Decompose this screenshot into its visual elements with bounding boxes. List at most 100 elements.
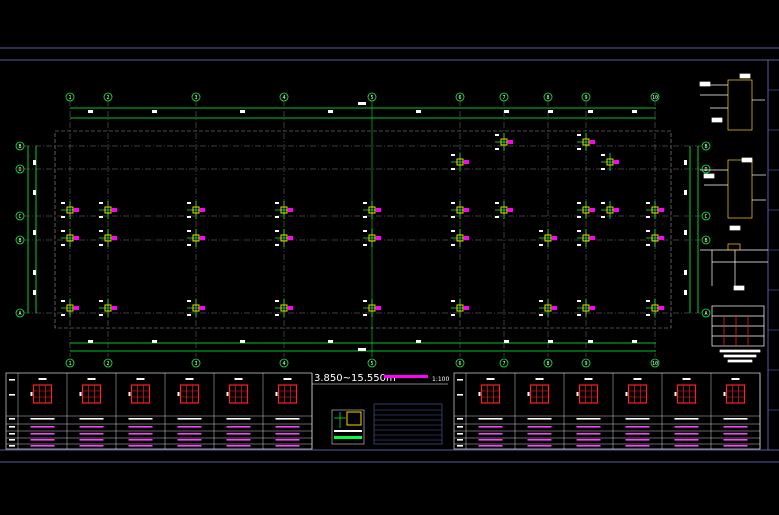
column-marker xyxy=(363,229,381,247)
detail-4 xyxy=(711,305,765,363)
cad-drawing-canvas[interactable]: 1122334455667788991010B BD DC CB BA A 3.… xyxy=(0,0,779,515)
axis-bubble-label: B xyxy=(704,144,707,150)
column-marker xyxy=(451,201,469,219)
beam-tag xyxy=(33,160,36,165)
column-marker xyxy=(495,201,513,219)
axis-grid-lines xyxy=(24,100,702,357)
beam-tag xyxy=(152,340,157,343)
beam-tag xyxy=(684,190,687,195)
column-marker xyxy=(577,229,595,247)
column-marker xyxy=(61,299,79,317)
column-marker xyxy=(539,299,557,317)
column-marker xyxy=(363,299,381,317)
column-marker xyxy=(646,201,664,219)
axis-bubble-label: 8 xyxy=(546,361,549,367)
axis-bubble-label: 3 xyxy=(194,95,197,101)
column-marker xyxy=(539,229,557,247)
beam-tag xyxy=(632,340,637,343)
detail-3 xyxy=(700,243,768,291)
notes-block xyxy=(373,403,443,445)
axis-bubble-label: 5 xyxy=(370,95,373,101)
beam-tag xyxy=(152,110,157,113)
beam-tag xyxy=(588,340,593,343)
axis-bubble-label: 4 xyxy=(282,95,285,101)
axis-bubble-label: B xyxy=(18,238,21,244)
beam-tag xyxy=(504,110,509,113)
column-marker xyxy=(601,153,619,171)
column-marker xyxy=(99,229,117,247)
dashed-building-outline xyxy=(54,130,672,329)
axis-bubble-label: D xyxy=(18,167,21,173)
axis-bubble-label: 3 xyxy=(194,361,197,367)
legend-block xyxy=(331,409,365,445)
axis-bubble-label: 8 xyxy=(546,95,549,101)
column-marker xyxy=(577,201,595,219)
column-marker xyxy=(646,299,664,317)
axis-bubble-label: 4 xyxy=(282,361,285,367)
title-block-strip xyxy=(768,89,779,411)
axis-bubble-label: 9 xyxy=(584,361,587,367)
column-marker xyxy=(99,299,117,317)
beam-tag xyxy=(328,340,333,343)
beam-tag xyxy=(88,110,93,113)
beam-tag xyxy=(33,190,36,195)
axis-bubble-label: 1 xyxy=(68,95,71,101)
beam-tag xyxy=(33,230,36,235)
column-marker xyxy=(99,201,117,219)
beam-tag xyxy=(88,340,93,343)
axis-bubble-label: 10 xyxy=(652,95,658,101)
beam-tag xyxy=(358,348,366,351)
beam-tag xyxy=(33,270,36,275)
column-marker xyxy=(187,229,205,247)
beam-tag xyxy=(684,160,687,165)
column-schedule-table xyxy=(453,372,761,450)
column-marker xyxy=(275,299,293,317)
column-marker xyxy=(187,201,205,219)
beam-tag xyxy=(358,102,366,105)
column-marker xyxy=(187,299,205,317)
beam-tag xyxy=(588,110,593,113)
axis-bubble-label: 6 xyxy=(458,361,461,367)
axis-bubble-label: 10 xyxy=(652,361,658,367)
beam-tag xyxy=(33,290,36,295)
beam-tag xyxy=(684,290,687,295)
drawing-scale: 1:100 xyxy=(432,376,449,383)
axis-bubble-label: 6 xyxy=(458,95,461,101)
beam-tag xyxy=(240,340,245,343)
column-marker xyxy=(275,201,293,219)
axis-bubble-label: B xyxy=(18,144,21,150)
beam-tag xyxy=(240,110,245,113)
column-marker xyxy=(451,229,469,247)
beam-tag xyxy=(416,110,421,113)
column-marker xyxy=(61,201,79,219)
axis-bubble-label: 2 xyxy=(106,361,109,367)
column-marker xyxy=(451,299,469,317)
axis-bubble-label: 7 xyxy=(502,361,505,367)
column-marker xyxy=(61,229,79,247)
column-markers xyxy=(61,133,664,317)
beam-tag xyxy=(548,340,553,343)
detail-1 xyxy=(699,73,765,131)
column-marker xyxy=(495,133,513,151)
beam-tag xyxy=(328,110,333,113)
beam-tag xyxy=(632,110,637,113)
axis-bubble-label: C xyxy=(704,214,707,220)
axis-bubble-label: 7 xyxy=(502,95,505,101)
column-marker xyxy=(275,229,293,247)
axis-bubble-label: 2 xyxy=(106,95,109,101)
axis-bubble-label: C xyxy=(18,214,21,220)
axis-bubble-label: A xyxy=(704,311,707,317)
column-marker xyxy=(601,201,619,219)
column-marker xyxy=(363,201,381,219)
axis-bubble-label: 5 xyxy=(370,361,373,367)
column-schedule-table xyxy=(5,372,313,450)
beam-tag xyxy=(548,110,553,113)
column-marker xyxy=(451,153,469,171)
column-marker xyxy=(646,229,664,247)
column-schedule-tables xyxy=(5,372,761,450)
beam-tag xyxy=(504,340,509,343)
axis-bubble-label: 1 xyxy=(68,361,71,367)
detail-sketches xyxy=(699,73,768,363)
beam-tag xyxy=(684,230,687,235)
column-marker xyxy=(577,133,595,151)
